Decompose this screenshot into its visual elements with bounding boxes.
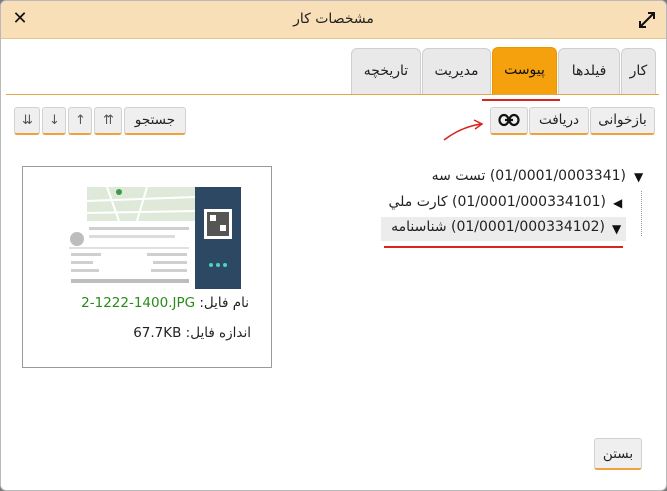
- dialog-title: مشخصات کار: [293, 11, 374, 27]
- link-icon: [498, 113, 520, 127]
- task-details-dialog: ✕ مشخصات کار کار فیلدها پیوست مدیریت تار…: [0, 0, 667, 491]
- tab-fields[interactable]: فیلدها: [558, 48, 620, 94]
- document-thumbnail[interactable]: [67, 187, 241, 289]
- expand-arrow-icon[interactable]: ▼: [612, 222, 621, 236]
- tab-management[interactable]: مدیریت: [422, 48, 491, 94]
- move-top-button[interactable]: ⇈: [94, 107, 122, 135]
- tab-history[interactable]: تاریخچه: [351, 48, 421, 94]
- tree-guide-line: [641, 191, 642, 236]
- tab-attachment[interactable]: پیوست: [492, 47, 557, 95]
- file-name-value[interactable]: 2-1222-1400.JPG: [81, 295, 195, 311]
- annotation-arrow: [443, 119, 484, 141]
- selected-node-annotation: [384, 246, 623, 248]
- reload-button[interactable]: بازخوانی: [590, 107, 655, 135]
- download-button[interactable]: دریافت: [529, 107, 589, 135]
- file-size-value: 67.7KB: [133, 325, 182, 341]
- move-down-button[interactable]: ↓: [42, 107, 66, 135]
- attachment-preview: نام فایل: 2-1222-1400.JPG اندازه فایل: 6…: [22, 166, 272, 368]
- move-bottom-button[interactable]: ⇊: [14, 107, 40, 135]
- tree-node-birth-certificate[interactable]: (01/0001/000334102) شناسنامه: [391, 219, 605, 239]
- file-size-row: اندازه فایل: 67.7KB: [133, 325, 251, 341]
- tree-node-national-card[interactable]: (01/0001/000334101) کارت ملي: [388, 194, 606, 214]
- active-tab-annotation: [482, 99, 560, 101]
- tree-node-task[interactable]: (01/0001/0003341) تست سه: [432, 168, 626, 188]
- search-button[interactable]: جستجو: [124, 107, 186, 135]
- file-size-label: اندازه فایل:: [185, 325, 251, 341]
- file-name-label: نام فایل:: [199, 295, 249, 311]
- link-button[interactable]: [490, 107, 528, 135]
- tab-task[interactable]: کار: [621, 48, 656, 94]
- close-button[interactable]: بستن: [594, 438, 642, 470]
- move-up-button[interactable]: ↑: [68, 107, 92, 135]
- collapsed-arrow-icon[interactable]: ◀: [613, 196, 622, 210]
- expand-icon[interactable]: [638, 11, 656, 29]
- title-bar: ✕ مشخصات کار: [1, 1, 666, 39]
- tabs-divider: [6, 94, 659, 95]
- expand-arrow-icon[interactable]: ▼: [634, 170, 643, 184]
- file-name-row: نام فایل: 2-1222-1400.JPG: [81, 295, 249, 311]
